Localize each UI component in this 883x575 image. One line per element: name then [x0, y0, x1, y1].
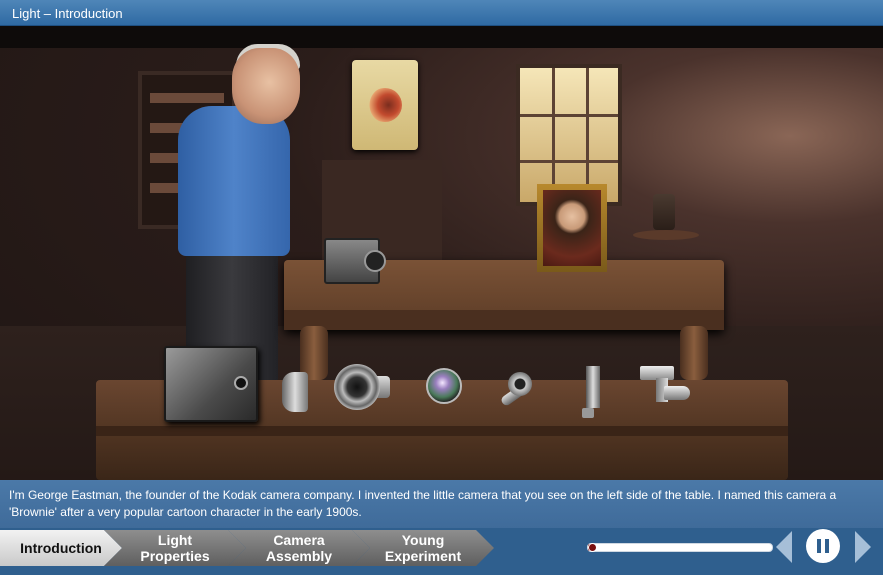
assembled-camera [324, 238, 386, 284]
viewfinder-part[interactable] [640, 366, 692, 404]
progress-bar[interactable] [587, 543, 773, 552]
tab-label: Introduction [20, 540, 102, 556]
tab-label: Light Properties [140, 532, 210, 564]
tab-young-experiment[interactable]: Young Experiment [352, 530, 494, 566]
tab-light-properties[interactable]: Light Properties [104, 530, 246, 566]
scene-illustration [0, 26, 883, 480]
oil-lamp [633, 194, 699, 254]
window-title: Light – Introduction [12, 6, 123, 21]
shutter-part[interactable] [282, 372, 308, 412]
next-icon[interactable] [855, 531, 871, 563]
navigation-bar: Introduction Light Properties Camera Assem… [0, 528, 883, 575]
previous-icon[interactable] [776, 531, 792, 563]
brownie-camera[interactable] [164, 346, 258, 422]
george-eastman-character [178, 106, 290, 256]
lens-part[interactable] [426, 368, 462, 404]
eye-diagram-poster [352, 60, 418, 150]
knob-part[interactable] [499, 372, 540, 410]
progress-handle[interactable] [588, 543, 597, 552]
ceiling [0, 26, 883, 48]
tab-label: Young Experiment [384, 532, 462, 564]
pause-icon[interactable] [806, 529, 840, 563]
bracket-part[interactable] [578, 366, 604, 418]
title-bar: Light – Introduction [0, 0, 883, 26]
tab-label: Camera Assembly [265, 532, 333, 564]
character-head [232, 48, 300, 124]
lens-barrel-part[interactable] [334, 364, 392, 410]
young-portrait [537, 184, 607, 272]
tab-camera-assembly[interactable]: Camera Assembly [228, 530, 370, 566]
narration-caption: I'm George Eastman, the founder of the K… [0, 480, 883, 528]
tab-introduction[interactable]: Introduction [0, 530, 122, 566]
